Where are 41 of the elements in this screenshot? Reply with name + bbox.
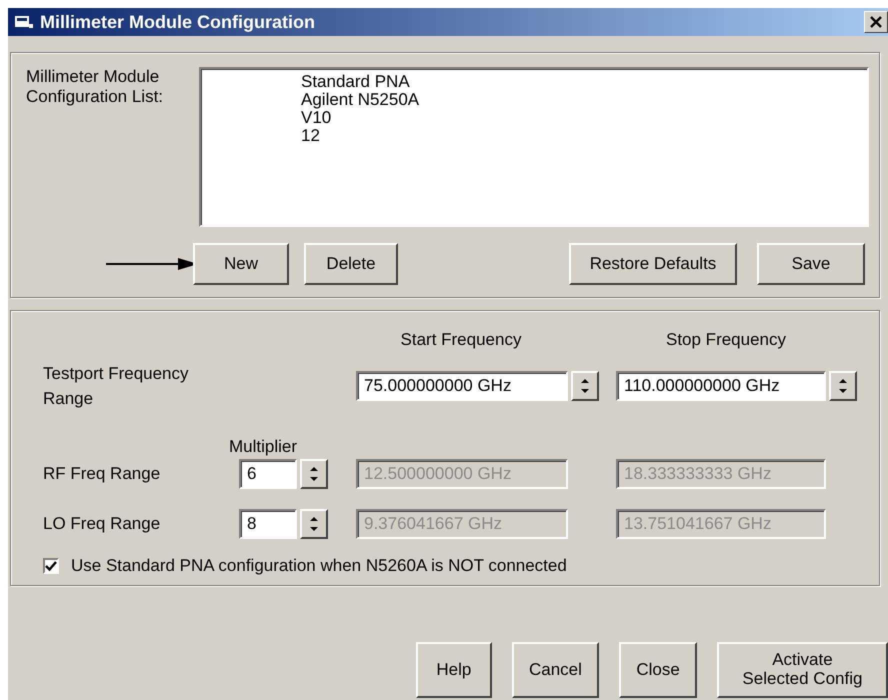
close-button[interactable]: Close — [619, 642, 697, 698]
spin-button[interactable] — [571, 371, 599, 401]
value-field[interactable]: 75.000000000 GHz — [356, 371, 568, 401]
multiplier-label: Multiplier — [229, 436, 298, 458]
up-down-arrows-icon — [580, 377, 590, 395]
row-label: RF Freq Range — [43, 463, 160, 486]
spin-button[interactable] — [300, 459, 328, 489]
column-header: Stop Frequency — [666, 329, 786, 351]
activate-button[interactable]: Activate Selected Config — [716, 642, 888, 698]
close-icon — [869, 15, 883, 29]
save-button[interactable]: Save — [757, 243, 865, 285]
value-field: 18.333333333 GHz — [616, 459, 826, 489]
column-header: Start Frequency — [400, 329, 522, 351]
value-field: 12.500000000 GHz — [356, 459, 568, 489]
value-field[interactable]: 110.000000000 GHz — [616, 371, 826, 401]
row-label: Testport Frequency Range — [43, 362, 190, 410]
value-field: 9.376041667 GHz — [356, 509, 568, 539]
window-icon — [14, 14, 34, 30]
value-field: 13.751041667 GHz — [616, 509, 826, 539]
cancel-button[interactable]: Cancel — [512, 642, 600, 698]
delete-button[interactable]: Delete — [304, 243, 398, 285]
check-icon — [45, 560, 57, 572]
close-button[interactable] — [864, 11, 888, 33]
spin-button[interactable] — [829, 371, 857, 401]
checkbox[interactable] — [43, 558, 59, 574]
up-down-arrows-icon — [309, 515, 319, 533]
list-label: Millimeter Module Configuration List: — [26, 67, 164, 108]
restore-defaults-button[interactable]: Restore Defaults — [569, 243, 737, 285]
list-item[interactable]: 12 — [301, 126, 320, 144]
window-title: Millimeter Module Configuration — [40, 10, 315, 34]
help-button[interactable]: Help — [416, 642, 492, 698]
list-item[interactable]: Agilent N5250A — [301, 90, 420, 109]
configuration-list[interactable]: Standard PNA Agilent N5250A V10 12 — [199, 67, 869, 227]
checkbox-label: Use Standard PNA configuration when N5260A is NOT connected — [71, 555, 567, 577]
new-button[interactable]: New — [193, 243, 289, 285]
up-down-arrows-icon — [838, 377, 848, 395]
spin-button[interactable] — [300, 509, 328, 539]
up-down-arrows-icon — [309, 465, 319, 483]
list-item[interactable]: V10 — [301, 108, 332, 127]
row-label: LO Freq Range — [43, 513, 160, 536]
list-item[interactable]: Standard PNA — [301, 73, 410, 91]
